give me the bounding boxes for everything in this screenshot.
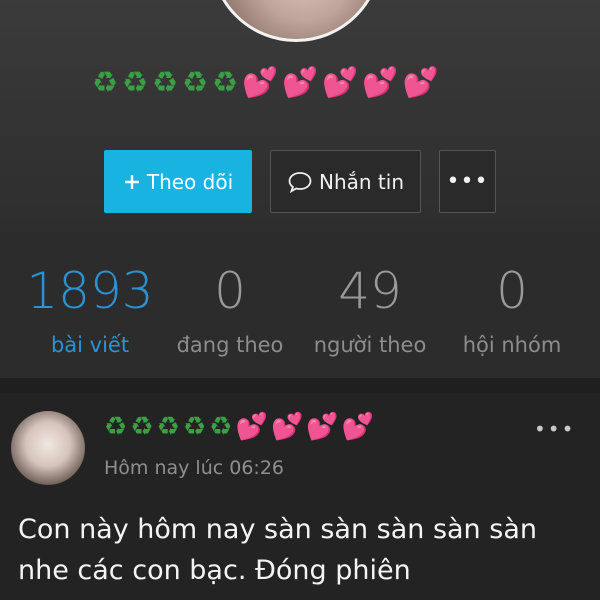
stat-followers[interactable]: 49 người theo <box>295 256 445 362</box>
message-label: Nhắn tin <box>319 169 404 194</box>
stat-following-value: 0 <box>214 262 246 320</box>
stat-following-label: đang theo <box>176 333 284 357</box>
more-dots-icon: ••• <box>446 169 489 194</box>
plus-icon <box>123 173 141 191</box>
post-author-avatar[interactable] <box>11 411 85 485</box>
stat-groups[interactable]: 0 hội nhóm <box>437 256 587 362</box>
post-more-icon[interactable]: ••• <box>534 417 575 441</box>
profile-stats: 1893 bài viết 0 đang theo 49 người theo … <box>0 232 600 378</box>
follow-button[interactable]: Theo dõi <box>104 150 252 213</box>
follow-label: Theo dõi <box>146 169 234 194</box>
stat-following[interactable]: 0 đang theo <box>155 256 305 362</box>
stat-posts[interactable]: 1893 bài viết <box>15 256 165 362</box>
post-timestamp: Hôm nay lúc 06:26 <box>104 457 284 479</box>
profile-header: ♻ ♻ ♻ ♻ ♻ 💕 💕 💕 💕 💕 Theo dõi Nhắn tin ••… <box>0 0 600 232</box>
stat-followers-label: người theo <box>313 333 427 357</box>
chat-bubble-icon <box>287 171 313 193</box>
more-options-button[interactable]: ••• <box>439 150 496 213</box>
stat-posts-label: bài viết <box>50 333 130 357</box>
post-body-text: Con này hôm nay sàn sàn sàn sàn sàn nhe … <box>18 514 537 586</box>
stat-groups-label: hội nhóm <box>462 333 562 357</box>
profile-avatar[interactable] <box>210 0 382 42</box>
stat-groups-value: 0 <box>496 262 528 320</box>
post-author-name[interactable]: ♻ ♻ ♻ ♻ ♻ 💕 💕 💕 💕 <box>104 407 374 447</box>
message-button[interactable]: Nhắn tin <box>270 150 421 213</box>
stat-followers-value: 49 <box>338 262 402 320</box>
stat-posts-value: 1893 <box>26 262 154 320</box>
post-card: ♻ ♻ ♻ ♻ ♻ 💕 💕 💕 💕 Hôm nay lúc 06:26 ••• … <box>0 393 600 600</box>
profile-name: ♻ ♻ ♻ ♻ ♻ 💕 💕 💕 💕 💕 <box>92 65 439 99</box>
